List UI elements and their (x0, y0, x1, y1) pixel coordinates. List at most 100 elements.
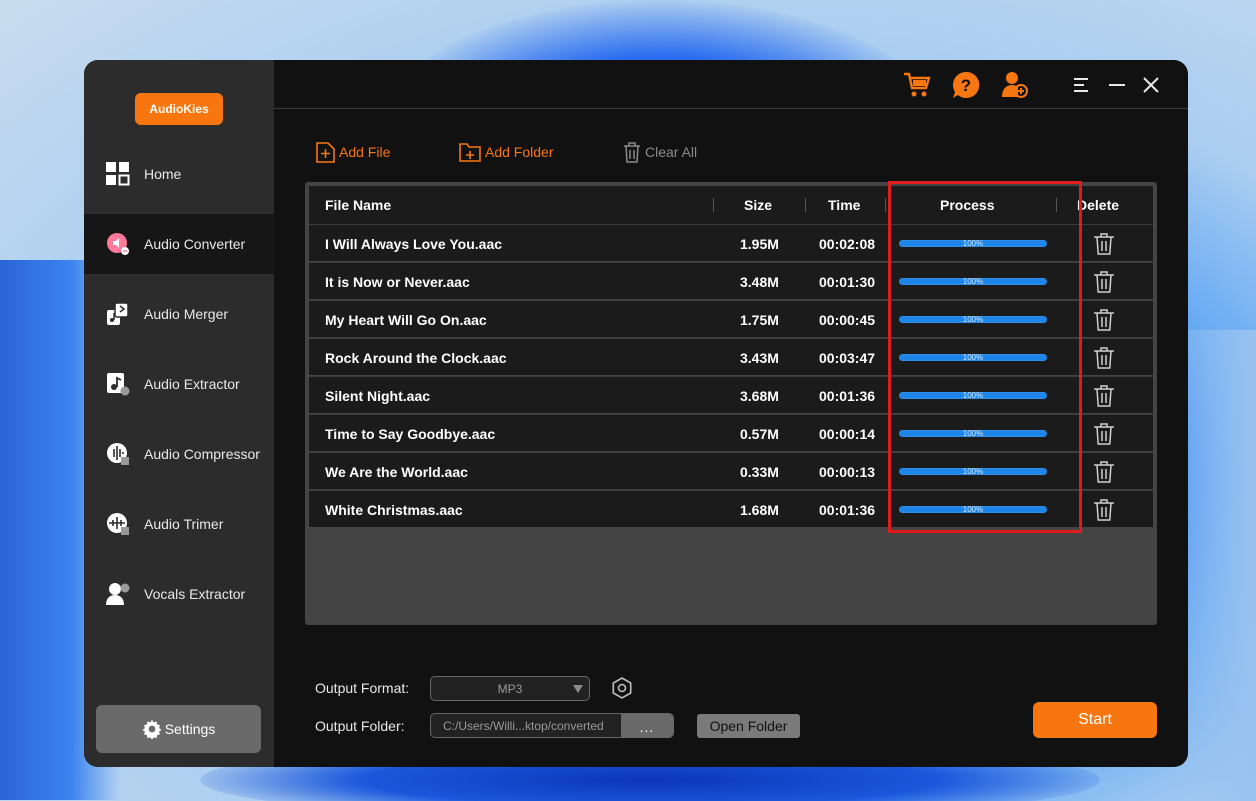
file-time-cell: 00:00:14 (819, 425, 876, 442)
progress-label: 100% (962, 391, 984, 400)
table-row[interactable]: My Heart Will Go On.aac 1.75M 00:00:45 100% (309, 300, 1153, 337)
sidebar-item-label: Audio Extractor (144, 376, 240, 392)
delete-icon[interactable] (1093, 384, 1115, 408)
app-window: AudioKies Home Audio Converter Audio Mer… (84, 60, 1188, 767)
sidebar-item-vocals-extractor[interactable]: Vocals Extractor (84, 564, 274, 624)
sidebar-item-audio-merger[interactable]: Audio Merger (84, 284, 274, 344)
help-icon[interactable]: ? (951, 70, 981, 100)
delete-icon[interactable] (1093, 346, 1115, 370)
delete-icon[interactable] (1093, 270, 1115, 294)
gear-icon (142, 719, 162, 739)
column-header-size: Size (744, 197, 773, 213)
progress-bar: 100% (899, 315, 1047, 324)
sidebar-item-label: Audio Trimer (144, 516, 224, 532)
add-file-button[interactable]: Add File (316, 140, 390, 164)
file-size-cell: 0.33M (740, 463, 779, 480)
table-row[interactable]: Time to Say Goodbye.aac 0.57M 00:00:14 100% (309, 414, 1153, 451)
menu-icon[interactable] (1067, 70, 1097, 100)
audio-compressor-icon (105, 441, 131, 467)
file-size-cell: 1.95M (740, 235, 779, 252)
progress-bar: 100% (899, 429, 1047, 438)
file-size-cell: 1.75M (740, 311, 779, 328)
topbar-divider (274, 108, 1188, 109)
column-header-process: Process (940, 197, 995, 213)
sidebar-item-label: Vocals Extractor (144, 586, 246, 602)
open-folder-button[interactable]: Open Folder (697, 714, 800, 738)
output-format-select[interactable]: MP3 (430, 676, 590, 701)
column-header-delete: Delete (1077, 197, 1120, 213)
output-folder-field[interactable]: C:/Users/Willi...ktop/converted ... (430, 713, 674, 738)
settings-button[interactable]: Settings (96, 705, 261, 753)
cart-icon[interactable] (902, 70, 932, 100)
progress-label: 100% (962, 353, 984, 362)
table-row[interactable]: Silent Night.aac 3.68M 00:01:36 100% (309, 376, 1153, 413)
progress-bar: 100% (899, 505, 1047, 514)
sidebar-item-home[interactable]: Home (84, 144, 274, 204)
sidebar-item-audio-compressor[interactable]: Audio Compressor (84, 424, 274, 484)
output-folder-path: C:/Users/Willi...ktop/converted (443, 719, 604, 733)
sidebar-item-audio-converter[interactable]: Audio Converter (84, 214, 274, 274)
close-icon[interactable] (1136, 70, 1166, 100)
start-button[interactable]: Start (1033, 702, 1157, 738)
output-folder-label: Output Folder: (315, 718, 405, 734)
file-time-cell: 00:00:13 (819, 463, 876, 480)
format-settings-icon[interactable] (611, 677, 633, 699)
table-row[interactable]: I Will Always Love You.aac 1.95M 00:02:08 1… (309, 224, 1153, 261)
minimize-icon[interactable] (1102, 70, 1132, 100)
progress-label: 100% (962, 467, 984, 476)
progress-label: 100% (962, 505, 984, 514)
column-divider (1056, 198, 1057, 212)
table-row[interactable]: It is Now or Never.aac 3.48M 00:01:30 100% (309, 262, 1153, 299)
settings-label: Settings (164, 721, 216, 737)
add-folder-icon (459, 143, 481, 162)
file-size-cell: 0.57M (740, 425, 779, 442)
brand-logo: AudioKies (135, 93, 223, 125)
sidebar-item-label: Audio Compressor (144, 446, 260, 462)
sidebar-item-label: Audio Converter (144, 236, 246, 252)
table-row[interactable]: White Christmas.aac 1.68M 00:01:36 100% (309, 490, 1153, 527)
sidebar-item-label: Audio Merger (144, 306, 229, 322)
account-add-icon[interactable] (1000, 70, 1030, 100)
sidebar-item-audio-extractor[interactable]: Audio Extractor (84, 354, 274, 414)
progress-label: 100% (962, 239, 984, 248)
file-name-cell: Rock Around the Clock.aac (325, 349, 507, 366)
file-time-cell: 00:02:08 (819, 235, 876, 252)
sidebar-item-label: Home (144, 166, 182, 182)
file-name-cell: Time to Say Goodbye.aac (325, 425, 496, 442)
column-divider (805, 198, 806, 212)
audio-trimmer-icon (105, 511, 131, 537)
audio-extractor-icon (105, 371, 131, 397)
table-header: File Name Size Time Process Delete (309, 186, 1153, 224)
file-table: File Name Size Time Process Delete I Wil… (305, 182, 1157, 625)
file-time-cell: 00:00:45 (819, 311, 876, 328)
progress-bar: 100% (899, 467, 1047, 476)
file-time-cell: 00:03:47 (819, 349, 876, 366)
output-format-value: MP3 (497, 681, 523, 696)
progress-bar: 100% (899, 353, 1047, 362)
file-name-cell: Silent Night.aac (325, 387, 431, 404)
table-row[interactable]: Rock Around the Clock.aac 3.43M 00:03:47 10… (309, 338, 1153, 375)
browse-button[interactable]: ... (621, 714, 673, 737)
delete-icon[interactable] (1093, 498, 1115, 522)
column-divider (713, 198, 714, 212)
column-header-time: Time (828, 197, 861, 213)
add-file-icon (316, 141, 335, 163)
clear-all-button[interactable]: Clear All (623, 140, 697, 164)
add-folder-button[interactable]: Add Folder (459, 140, 553, 164)
delete-icon[interactable] (1093, 308, 1115, 332)
delete-icon[interactable] (1093, 232, 1115, 256)
table-row[interactable]: We Are the World.aac 0.33M 00:00:13 100% (309, 452, 1153, 489)
chevron-down-icon (573, 685, 583, 693)
delete-icon[interactable] (1093, 460, 1115, 484)
add-file-label: Add File (339, 144, 391, 160)
delete-icon[interactable] (1093, 422, 1115, 446)
file-name-cell: It is Now or Never.aac (325, 273, 470, 290)
sidebar-item-audio-trimmer[interactable]: Audio Trimer (84, 494, 274, 554)
trash-icon (624, 141, 640, 163)
grid-icon (105, 161, 131, 187)
add-folder-label: Add Folder (485, 144, 554, 160)
file-size-cell: 1.68M (740, 501, 779, 518)
column-divider (885, 198, 886, 212)
file-time-cell: 00:01:36 (819, 387, 876, 404)
sidebar: AudioKies Home Audio Converter Audio Mer… (84, 60, 274, 767)
